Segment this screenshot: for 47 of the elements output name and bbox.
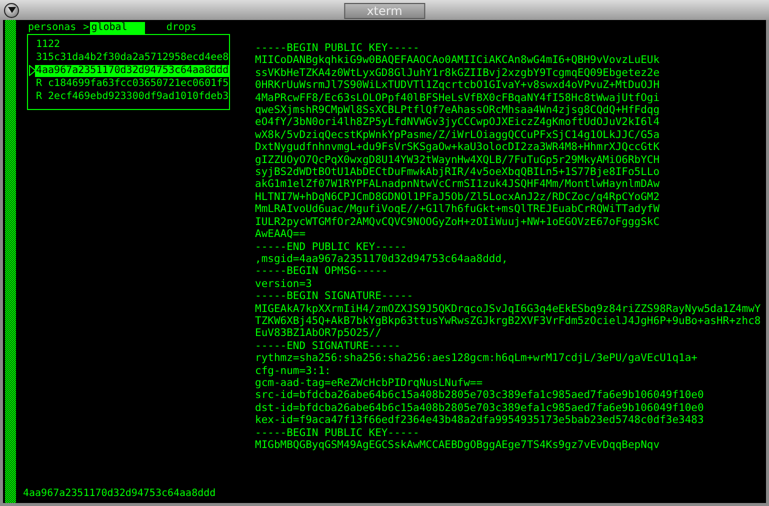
message-line: -----END PUBLIC KEY----- <box>255 240 408 253</box>
message-line: -----BEGIN PUBLIC KEY----- <box>255 426 420 439</box>
message-line: akG1m1elZf07W1RYPFALnadpnNtwVcCrmSI1zuk4JSQHF4Mm/MontlwHaynlmDAw <box>255 178 661 191</box>
message-line: syjBS2dWDtBOtU1AbDECtDuFmwkAbjRIR/4v5oeXbqQBILn5+1S77Bje8IFo5LLo <box>255 166 661 178</box>
message-line: ssVKbHeTZKA4z0WtLyxGD8GlJuhY1r8kGZIIBvj2xzgbY9TcgmqEQ09Ebgetez2e <box>255 66 661 80</box>
message-line: MIICoDANBgkqhkiG9w0BAQEFAAOCAo0AMIICiAKCAn8wG4mI6+QBH9vVovzLuEUk <box>255 54 661 67</box>
message-line: dst-id=bfdcba26abe64b6c15a408b2805e703c389efa1c985aed7fa6e9b106049f10e0 <box>255 402 705 414</box>
message-line: wX8k/5vDziqQecstKpWnkYpPasme/Z/iWrLOiaggQCCuPFxSjC14g1OLkJJC/G5a <box>255 128 661 142</box>
message-line: EuV83BZ1AbOR7p5O25// <box>255 327 382 340</box>
message-line: 0HRKrUuWsrmJl7S90WiLxTUDVTl1ZqcrtcbO1GIvaY+v8swxd4oVPvuZ+MtDuOJH <box>255 79 661 92</box>
scroll-bar[interactable] <box>5 20 16 503</box>
message-line: AwEAAQ== <box>255 228 307 240</box>
caret-icon <box>8 7 16 13</box>
message-line: MIGEAkA7kpXXrmIiH4/zmOZXJS9J5QKDrqcoJSvJqI6G3q4eEkESbq9z84riZZS98RayNyw5da1Z4mwY <box>255 302 761 315</box>
message-line: MIGbMBQGByqGSM49AgEGCSskAwMCCAEBDgOBggAEge7TS4Ks9gz7vEvDqqBepNqv <box>255 439 661 452</box>
message-line: rythmz=sha256:sha256:sha256:aes128gcm:h6qLm+wrM17cdjL/3ePU/gaVEcU1q1a+ <box>255 352 699 365</box>
list-item[interactable]: 315c31da4b2f30da2a5712958ecd4ee8 <box>36 52 229 64</box>
message-line: src-id=bfdcba26abe64b6c15a408b2805e703c389efa1c985aed7fa6e9b106049f10e0 <box>255 389 705 402</box>
message-line: MmLRAIvoUd6uac/MgufiVoqE//+G1l7h6fuGkt+msQlTREJEuabCrRQWiTTadyfW <box>255 203 661 216</box>
message-line: kex-id=f9aca47f13f66edf2364e43b48a2dfa9954935173e5bab23ed5748c0df3e3483 <box>255 414 705 427</box>
message-line: -----BEGIN OPMSG----- <box>255 265 389 278</box>
window-title: xterm <box>344 3 426 19</box>
tab[interactable]: global <box>90 22 146 34</box>
message-line: ,msgid=4aa967a2351170d32d94753c64aa8ddd, <box>255 252 509 266</box>
tab[interactable]: personas <box>27 22 78 34</box>
tab[interactable]: drops <box>165 22 198 34</box>
message-line: version=3 <box>255 278 313 290</box>
list-item[interactable]: R c184699fa63fcc03650721ec0601f5 <box>36 78 229 90</box>
message-line: gIZZUOyO7QcPqX0wxgD8U14YW32tWaynHw4XQLB/7FuTuGp5r29MkyAMiO6RbYCH <box>255 154 661 166</box>
list-item[interactable]: 1122 <box>36 38 60 50</box>
list-item[interactable]: R 2ecf469ebd923300df9ad1010fdeb3 <box>36 90 229 102</box>
message-line: qweSXjmshR9CMpWl8SsXCBLPtflQf7eAhassORcMhsaa4Wn4zjsg8CQdQ+HfFdqg <box>255 104 661 116</box>
message-line: eO4fY/3bN0ori4lh8ZP5yLfdNVWGv3jyCCCwpOJXEiczZ4gKmoftUdOJuV2kI6l4 <box>255 116 661 129</box>
message-line: -----BEGIN SIGNATURE----- <box>255 290 414 303</box>
message-line: -----END SIGNATURE----- <box>255 340 402 352</box>
window-menu-button[interactable] <box>4 2 19 18</box>
message-line: HLTNI7W+hDqN6CPJCmD8GDNOl1PFaJ5Ob/Zl5LocxAnJ2z/RDCZoc/q4RpCYoGM2 <box>255 190 661 204</box>
message-line: TZKW6XBj45Q+AkB7bkYgBkp63ttusYwRwsZGJkrgB2XVF3VrFdm5zOcielJ4JgH6P+9uBo+asHR+zhc8 <box>255 314 761 328</box>
tab-marker: > <box>83 22 90 34</box>
list-item[interactable]: 4aa967a2351170d32d94753c64aa8ddd <box>35 64 230 76</box>
message-line: IULR2pycWTGMfOr2AMQvCQVC9NOOGyZoH+zOIiWuuj+NW+1oEGOVzE67oFgggSkC <box>255 216 661 228</box>
message-line: gcm-aad-tag=eReZWcHcbPIDrqNusLNufw== <box>255 376 484 390</box>
status-line: 4aa967a2351170d32d94753c64aa8ddd <box>23 488 217 500</box>
message-line: cfg-num=3:1: <box>255 364 332 377</box>
message-line: -----BEGIN PUBLIC KEY----- <box>255 42 420 54</box>
message-line: DxtNygudfnhnvmgL+du9FsVrSKSgaOw+kaU3olocDI2za3WR4M8+HhmrXJQccGtK <box>255 141 661 154</box>
message-line: 4MaPRcwFF8/Ec63sLOLOPpf40lBFSHeLsVfBX0cFBqaNY4fI58Hc8tWwajUtfOgi <box>255 92 661 104</box>
